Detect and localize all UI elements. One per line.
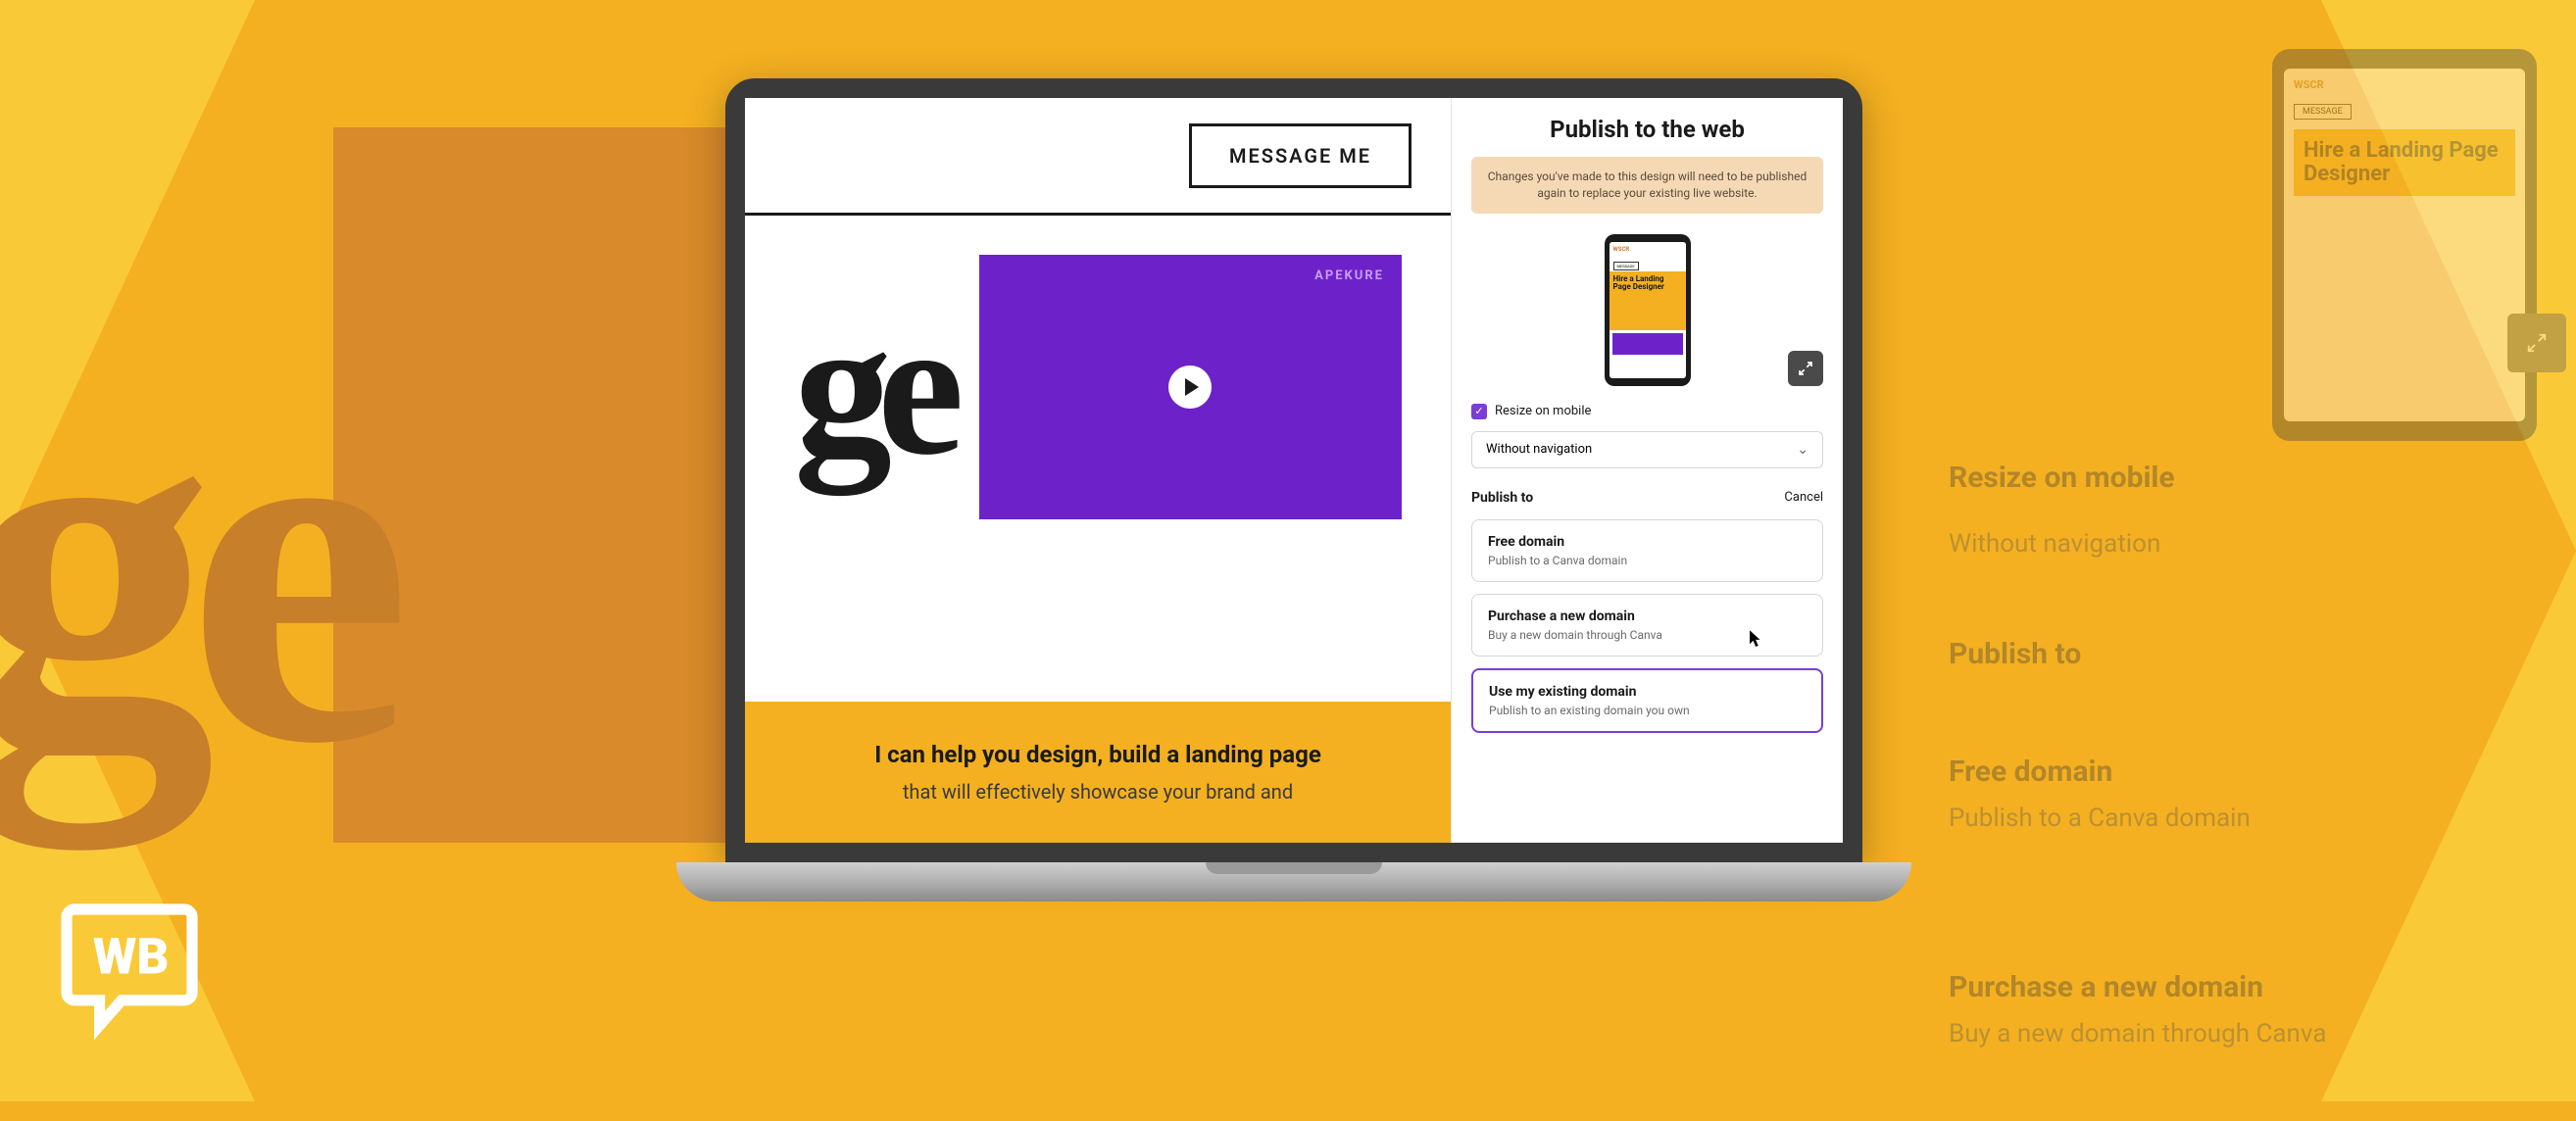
play-icon[interactable] [1168,366,1212,409]
laptop-screen: MESSAGE ME ge APEKURE I can help you des… [745,98,1843,843]
video-brand-label: APEKURE [1314,268,1384,283]
video-block[interactable]: APEKURE [979,255,1402,519]
bg-large-text: ge [0,274,383,859]
option-subtitle: Publish to an existing domain you own [1489,704,1806,717]
checkbox-label: Resize on mobile [1495,404,1591,418]
phone-preview-mockup: WSCR MESSAGE Hire a Landing Page Designe… [1605,234,1691,386]
chevron-down-icon: ⌄ [1797,442,1808,458]
expand-preview-button[interactable] [1788,351,1823,386]
warning-message: Changes you've made to this design will … [1471,157,1823,214]
option-subtitle: Publish to a Canva domain [1488,554,1807,567]
bg-expand-icon [2507,314,2566,372]
laptop-notch [1206,862,1382,874]
publish-panel: Publish to the web Changes you've made t… [1451,98,1843,843]
option-purchase-domain[interactable]: Purchase a new domain Buy a new domain t… [1471,594,1823,657]
footer-subtitle: that will effectively showcase your bran… [804,780,1392,804]
cursor-icon [1750,630,1763,648]
option-title: Use my existing domain [1489,684,1806,700]
option-title: Purchase a new domain [1488,609,1807,624]
wb-logo: WB [59,886,216,1043]
option-free-domain[interactable]: Free domain Publish to a Canva domain [1471,519,1823,582]
design-canvas: MESSAGE ME ge APEKURE I can help you des… [745,98,1451,843]
mobile-preview: WSCR MESSAGE Hire a Landing Page Designe… [1471,229,1823,386]
bg-phone-mockup: WSCR MESSAGE Hire a Landing Page Designe… [2272,49,2537,441]
panel-title: Publish to the web [1471,116,1823,143]
checkbox-checked-icon[interactable]: ✓ [1471,404,1487,419]
message-me-button[interactable]: MESSAGE ME [1189,123,1412,188]
resize-mobile-checkbox[interactable]: ✓ Resize on mobile [1471,404,1823,419]
canvas-large-text: ge [794,275,950,500]
canvas-header: MESSAGE ME [745,98,1451,216]
option-title: Free domain [1488,534,1807,550]
laptop-mockup: MESSAGE ME ge APEKURE I can help you des… [676,78,1911,941]
svg-text:WB: WB [93,927,170,987]
option-existing-domain[interactable]: Use my existing domain Publish to an exi… [1471,668,1823,733]
select-value: Without navigation [1486,442,1592,457]
publish-to-label: Publish to [1471,490,1533,506]
footer-title: I can help you design, build a landing p… [804,741,1392,768]
canvas-footer: I can help you design, build a landing p… [745,702,1451,843]
cancel-button[interactable]: Cancel [1784,490,1823,505]
navigation-select[interactable]: Without navigation ⌄ [1471,431,1823,468]
